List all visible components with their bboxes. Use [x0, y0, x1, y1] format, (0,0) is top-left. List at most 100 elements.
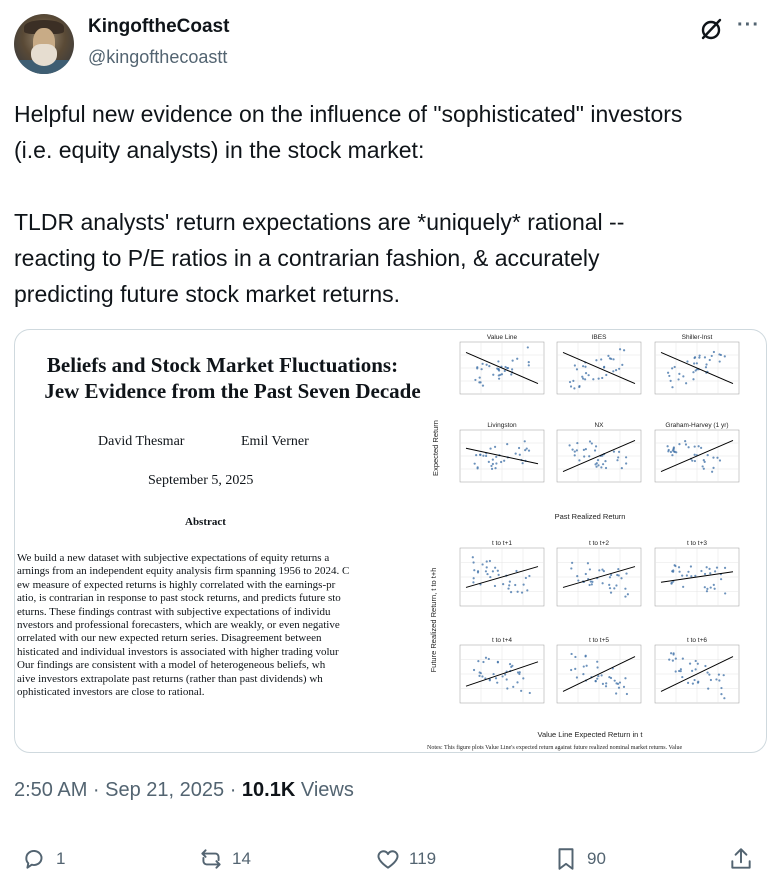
scatter-point	[704, 366, 708, 369]
bookmark-icon	[558, 848, 574, 870]
scatter-point	[589, 580, 592, 583]
scatter-point	[598, 569, 601, 572]
scatter-point	[522, 677, 525, 680]
tweet-timestamp[interactable]: 2:50 AM · Sep 21, 2025 ·	[14, 779, 242, 801]
tweet-media[interactable]: Beliefs and Stock Market Fluctuations: J…	[14, 329, 767, 753]
scatter-point	[581, 375, 584, 378]
scatter-point	[597, 377, 600, 380]
panel-title: t to t+2	[589, 540, 609, 547]
repost-button[interactable]: 14	[198, 846, 251, 872]
scatter-point	[497, 360, 500, 363]
scatter-point	[613, 587, 616, 590]
scatter-point	[595, 465, 598, 468]
scatter-point	[568, 380, 572, 384]
scatter-point	[712, 350, 715, 354]
avatar[interactable]	[14, 14, 74, 74]
scatter-point	[596, 660, 599, 663]
scatter-point	[608, 587, 612, 590]
scatter-point	[696, 681, 700, 684]
scatter-point	[587, 374, 590, 377]
scatter-point	[708, 673, 711, 676]
scatter-point	[708, 358, 711, 362]
scatter-point	[520, 689, 523, 692]
author-handle[interactable]: @kingofthecoastt	[88, 47, 227, 68]
scatter-point	[484, 656, 488, 659]
scatter-point	[709, 572, 712, 575]
scatter-point	[482, 660, 485, 664]
scatter-point	[571, 448, 574, 451]
scatter-point	[712, 466, 715, 469]
scatter-point	[573, 364, 576, 367]
scatter-point	[506, 366, 510, 370]
scatter-point	[626, 593, 629, 596]
share-button[interactable]	[728, 846, 754, 872]
scatter-point	[528, 574, 531, 578]
scatter-point	[696, 662, 699, 665]
scatter-point	[514, 452, 517, 455]
scatter-point	[666, 371, 670, 374]
scatter-point	[617, 450, 621, 453]
scatter-point	[494, 677, 498, 680]
scatter-point	[673, 450, 676, 453]
scatter-point	[492, 672, 495, 676]
reply-button[interactable]: 1	[22, 846, 65, 872]
scatter-point	[716, 456, 719, 459]
scatter-point	[604, 685, 608, 688]
author-name[interactable]: KingoftheCoast	[88, 16, 229, 38]
scatter-point	[625, 462, 628, 465]
scatter-point	[588, 440, 592, 443]
scatter-point	[505, 678, 508, 681]
scatter-point	[607, 354, 610, 357]
scatter-point	[681, 675, 684, 679]
scatter-point	[491, 570, 494, 573]
scatter-point	[568, 444, 571, 447]
scatter-point	[509, 591, 513, 594]
scatter-point	[706, 587, 709, 590]
scatter-point	[668, 374, 671, 378]
scatter-point	[669, 450, 673, 454]
scatter-point	[481, 384, 485, 387]
scatter-point	[610, 357, 613, 360]
like-button[interactable]: 119	[375, 846, 436, 872]
scatter-point	[516, 590, 519, 593]
scatter-point	[575, 368, 579, 371]
scatter-point	[517, 446, 521, 450]
bookmark-button[interactable]: 90	[553, 846, 606, 872]
scatter-point	[495, 455, 498, 458]
panel-title: t to t+1	[492, 540, 512, 547]
scatter-point	[491, 458, 494, 461]
scatter-point	[715, 566, 719, 569]
scatter-point	[691, 459, 694, 462]
scatter-point	[511, 664, 514, 667]
scatter-point	[508, 663, 512, 666]
scatter-point	[595, 462, 598, 465]
scatter-point	[594, 679, 597, 683]
scatter-point	[476, 570, 480, 573]
scatter-point	[472, 581, 475, 584]
scatter-point	[485, 363, 488, 366]
scatter-point	[601, 682, 605, 685]
grok-icon[interactable]	[698, 16, 724, 42]
scatter-point	[625, 692, 629, 696]
scatter-point	[691, 669, 694, 672]
scatter-point	[479, 381, 482, 384]
scatter-point	[698, 354, 701, 357]
scatter-point	[608, 676, 611, 679]
scatter-point	[700, 569, 703, 573]
panel-title: Shiller-Inst	[682, 334, 713, 341]
scatter-point	[608, 576, 612, 579]
scatter-point	[609, 591, 613, 594]
scatter-point	[717, 673, 720, 676]
panel-title: t to t+6	[687, 637, 707, 644]
scatter-point	[582, 448, 585, 451]
scatter-point	[703, 356, 707, 359]
scatter-point	[723, 566, 727, 569]
scatter-point	[620, 467, 623, 470]
scatter-point	[617, 568, 620, 571]
scatter-point	[590, 442, 593, 445]
scatter-point	[678, 372, 681, 376]
scatter-point	[479, 453, 482, 456]
more-options-icon[interactable]: ···	[737, 14, 760, 37]
scatter-point	[718, 360, 721, 363]
scatter-point	[693, 362, 696, 365]
